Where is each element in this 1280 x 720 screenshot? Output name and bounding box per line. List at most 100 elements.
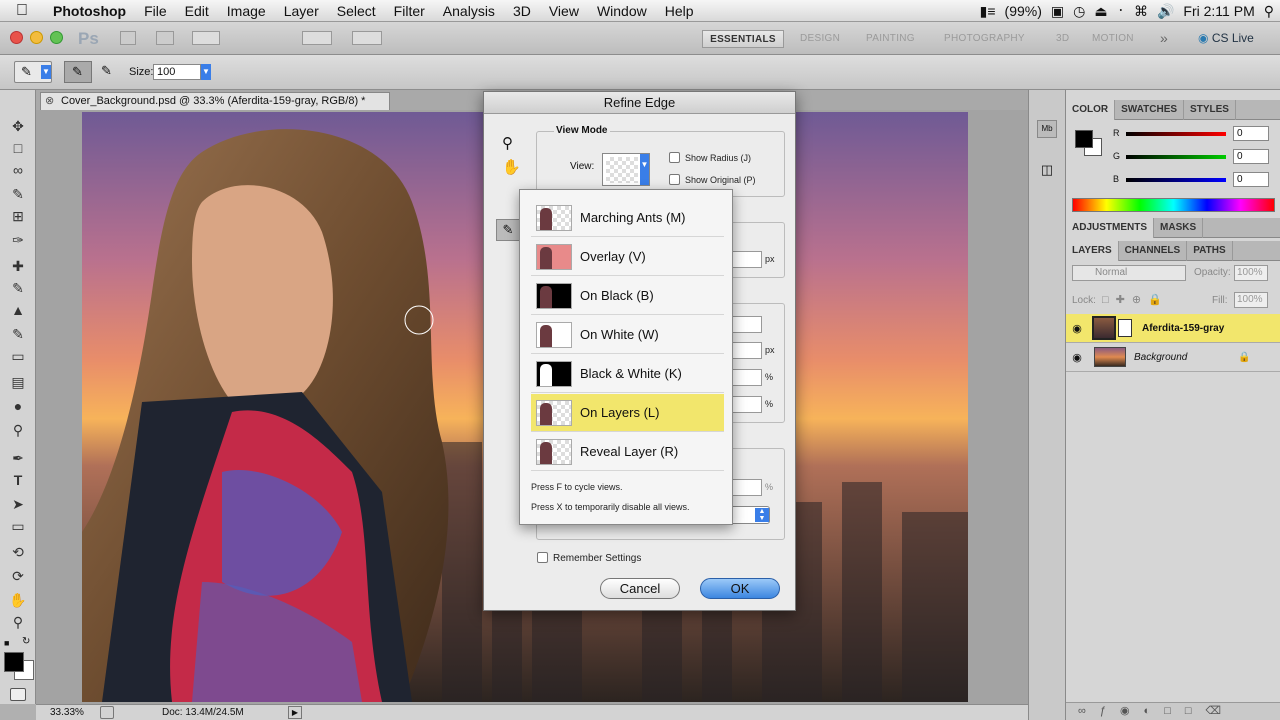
layer-row-aferdita[interactable]: ◉ Aferdita-159-gray bbox=[1066, 314, 1280, 343]
workspace-painting[interactable]: PAINTING bbox=[866, 30, 915, 48]
quick-mask-icon[interactable] bbox=[10, 688, 26, 701]
lasso-tool-icon[interactable]: ∞ bbox=[7, 160, 29, 180]
zoom-tool-icon[interactable]: ⚲ bbox=[7, 612, 29, 632]
menu-layer[interactable]: Layer bbox=[275, 0, 328, 22]
swap-colors-icon[interactable]: ↻ bbox=[22, 636, 30, 647]
eye-icon[interactable]: ◉ bbox=[1066, 322, 1088, 335]
type-tool-icon[interactable]: T bbox=[7, 470, 29, 490]
menu-image[interactable]: Image bbox=[218, 0, 275, 22]
workspace-design[interactable]: DESIGN bbox=[800, 30, 840, 48]
show-radius-checkbox[interactable] bbox=[669, 152, 680, 163]
eyedropper-tool-icon[interactable]: ✑ bbox=[7, 230, 29, 250]
view-option-black-white[interactable]: Black & White (K) bbox=[531, 355, 724, 393]
view-mode-picker[interactable]: ▼ bbox=[602, 153, 650, 186]
apple-icon[interactable]:  bbox=[0, 2, 44, 20]
pen-tool-icon[interactable]: ✒ bbox=[7, 448, 29, 468]
gradient-tool-icon[interactable]: ▤ bbox=[7, 372, 29, 392]
cancel-button[interactable]: Cancel bbox=[600, 578, 680, 599]
screen-mode-icon[interactable] bbox=[352, 31, 382, 45]
move-tool-icon[interactable]: ✥ bbox=[7, 116, 29, 136]
minimize-window-button[interactable] bbox=[30, 31, 43, 44]
eye-icon[interactable]: ◉ bbox=[1066, 351, 1088, 364]
healing-brush-tool-icon[interactable]: ✚ bbox=[7, 256, 29, 276]
red-slider[interactable] bbox=[1126, 132, 1226, 136]
ok-button[interactable]: OK bbox=[700, 578, 780, 599]
cs-live-button[interactable]: ◉ CS Live bbox=[1198, 31, 1254, 45]
quick-selection-tool-icon[interactable]: ✎ bbox=[7, 184, 29, 204]
layers-panel-footer-icons[interactable]: ∞ƒ◉◐□□⌫ bbox=[1066, 702, 1280, 720]
tab-masks[interactable]: MASKS bbox=[1154, 218, 1204, 238]
menu-file[interactable]: File bbox=[135, 0, 176, 22]
menu-3d[interactable]: 3D bbox=[504, 0, 540, 22]
more-workspaces-icon[interactable]: » bbox=[1160, 30, 1168, 46]
refine-radius-tool-icon[interactable]: ✎ bbox=[496, 219, 520, 241]
tab-layers[interactable]: LAYERS bbox=[1066, 241, 1119, 261]
tab-color[interactable]: COLOR bbox=[1066, 100, 1116, 120]
shape-tool-icon[interactable]: ▭ bbox=[7, 516, 29, 536]
time-machine-icon[interactable]: ◷ bbox=[1073, 3, 1085, 20]
green-slider[interactable] bbox=[1126, 155, 1226, 159]
tab-styles[interactable]: STYLES bbox=[1184, 100, 1236, 120]
size-input[interactable]: 100 bbox=[153, 64, 201, 80]
mini-bridge-icon[interactable] bbox=[156, 31, 174, 45]
menu-app-name[interactable]: Photoshop bbox=[44, 0, 135, 22]
display-icon[interactable]: ▣ bbox=[1051, 3, 1064, 20]
tab-channels[interactable]: CHANNELS bbox=[1119, 241, 1188, 261]
arrange-documents-icon[interactable] bbox=[302, 31, 332, 45]
view-option-reveal-layer[interactable]: Reveal Layer (R) bbox=[531, 433, 724, 471]
hand-tool-icon[interactable]: ✋ bbox=[7, 590, 29, 610]
3d-rotate-tool-icon[interactable]: ⟲ bbox=[7, 542, 29, 562]
color-fg-swatch[interactable] bbox=[1075, 130, 1093, 148]
blur-tool-icon[interactable]: ● bbox=[7, 396, 29, 416]
battery-icon[interactable]: ▮≡ bbox=[980, 3, 996, 20]
clone-stamp-tool-icon[interactable]: ▲ bbox=[7, 300, 29, 320]
hand-icon[interactable]: ✋ bbox=[502, 158, 521, 176]
view-option-overlay[interactable]: Overlay (V) bbox=[531, 238, 724, 276]
layer-comps-panel-icon[interactable]: ◫ bbox=[1037, 162, 1057, 180]
workspace-3d[interactable]: 3D bbox=[1056, 30, 1069, 48]
tab-adjustments[interactable]: ADJUSTMENTS bbox=[1066, 218, 1155, 238]
view-option-on-white[interactable]: On White (W) bbox=[531, 316, 724, 354]
show-original-checkbox[interactable] bbox=[669, 174, 680, 185]
wifi-icon[interactable]: ⌘ bbox=[1134, 3, 1148, 20]
status-options-icon[interactable] bbox=[100, 706, 114, 719]
view-option-on-black[interactable]: On Black (B) bbox=[531, 277, 724, 315]
view-option-on-layers[interactable]: On Layers (L) bbox=[531, 394, 724, 432]
eject-icon[interactable]: ⏏ bbox=[1094, 3, 1107, 20]
crop-tool-icon[interactable]: ⊞ bbox=[7, 206, 29, 226]
path-selection-tool-icon[interactable]: ➤ bbox=[7, 494, 29, 514]
workspace-essentials[interactable]: ESSENTIALS bbox=[702, 30, 784, 48]
bridge-icon[interactable] bbox=[120, 31, 136, 45]
spotlight-icon[interactable]: ⚲ bbox=[1264, 3, 1274, 20]
volume-icon[interactable]: 🔊 bbox=[1157, 3, 1174, 20]
workspace-photography[interactable]: PHOTOGRAPHY bbox=[944, 30, 1025, 48]
eraser-tool-icon[interactable]: ▭ bbox=[7, 346, 29, 366]
foreground-color-swatch[interactable] bbox=[4, 652, 24, 672]
remember-settings-checkbox[interactable] bbox=[537, 552, 548, 563]
menu-filter[interactable]: Filter bbox=[385, 0, 434, 22]
refine-radius-tool-button[interactable]: ✎ bbox=[64, 61, 92, 83]
workspace-motion[interactable]: MOTION bbox=[1092, 30, 1134, 48]
opacity-input[interactable]: 100% bbox=[1234, 265, 1268, 281]
blue-value[interactable]: 0 bbox=[1233, 172, 1269, 187]
menu-window[interactable]: Window bbox=[588, 0, 656, 22]
green-value[interactable]: 0 bbox=[1233, 149, 1269, 164]
tool-preset-picker[interactable]: ✎ ▼ bbox=[14, 61, 52, 83]
history-brush-tool-icon[interactable]: ✎ bbox=[7, 324, 29, 344]
size-dropdown-icon[interactable]: ▼ bbox=[201, 64, 211, 80]
clock[interactable]: Fri 2:11 PM bbox=[1183, 3, 1254, 19]
erase-refinements-tool-button[interactable]: ✎ bbox=[96, 61, 120, 83]
default-colors-icon[interactable]: ■ bbox=[4, 638, 9, 648]
view-option-marching-ants[interactable]: Marching Ants (M) bbox=[531, 199, 724, 237]
layer-row-background[interactable]: ◉ Background 🔒 bbox=[1066, 343, 1280, 372]
dodge-tool-icon[interactable]: ⚲ bbox=[7, 420, 29, 440]
bluetooth-icon[interactable]: ᛫ bbox=[1117, 3, 1125, 19]
zoom-window-button[interactable] bbox=[50, 31, 63, 44]
blue-slider[interactable] bbox=[1126, 178, 1226, 182]
menu-select[interactable]: Select bbox=[328, 0, 385, 22]
fill-input[interactable]: 100% bbox=[1234, 292, 1268, 308]
color-spectrum-ramp[interactable] bbox=[1072, 198, 1275, 212]
tab-swatches[interactable]: SWATCHES bbox=[1115, 100, 1185, 120]
document-tab[interactable]: ⊗ Cover_Background.psd @ 33.3% (Aferdita… bbox=[40, 92, 390, 110]
lock-icons[interactable]: □✚⊕🔒 bbox=[1102, 293, 1169, 306]
